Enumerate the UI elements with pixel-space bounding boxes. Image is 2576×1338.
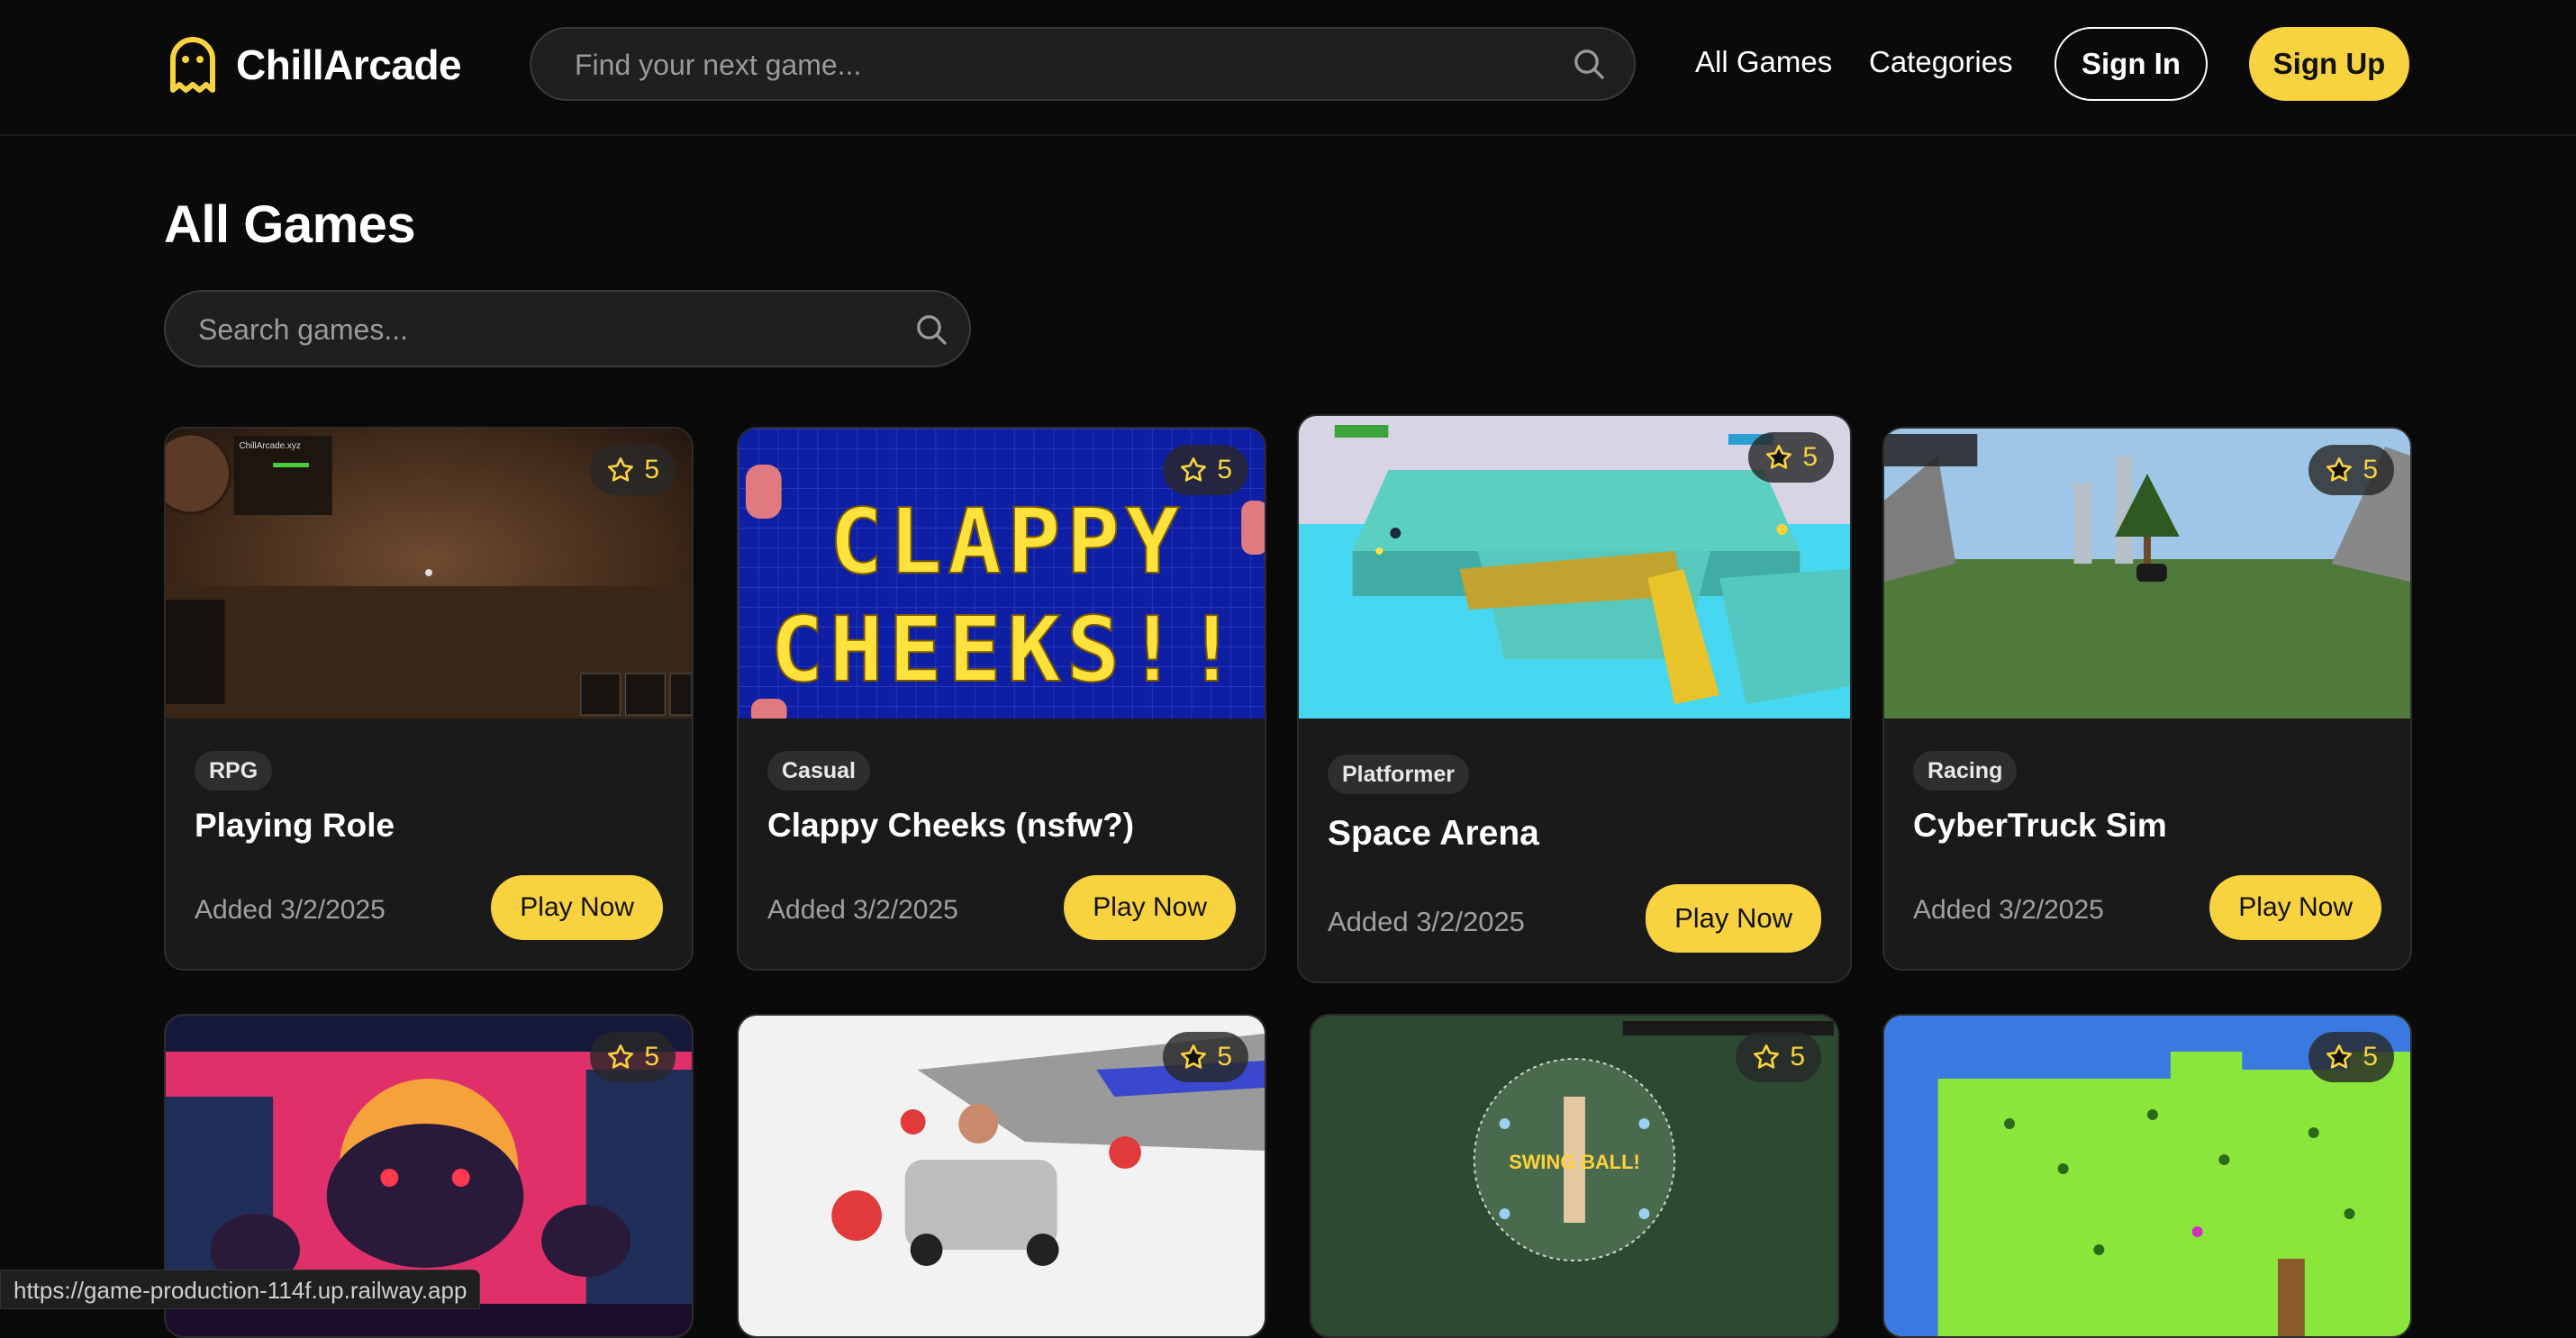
category-badge: Casual: [767, 751, 870, 791]
games-search-bar: [164, 290, 971, 367]
rating-value: 5: [2363, 455, 2378, 484]
game-title: CyberTruck Sim: [1913, 807, 2167, 844]
site-header: ChillArcade All Games Categories Sign In…: [0, 0, 2576, 136]
category-badge: Platformer: [1328, 755, 1470, 794]
added-date: Added 3/2/2025: [195, 895, 385, 925]
thumb-text: CLAPPY: [830, 489, 1185, 594]
nav-all-games[interactable]: All Games: [1695, 45, 1832, 79]
game-card[interactable]: CLAPPY CHEEKS!! 5 Casual Clappy Cheeks (…: [737, 427, 1266, 971]
rating-value: 5: [1217, 1042, 1232, 1071]
search-icon[interactable]: [1571, 46, 1607, 82]
top-search-input[interactable]: [573, 29, 1459, 101]
game-card[interactable]: 5 Platformer Space Arena Added 3/2/2025 …: [1297, 414, 1852, 983]
game-card[interactable]: 5: [737, 1014, 1266, 1338]
sign-in-button[interactable]: Sign In: [2054, 27, 2208, 101]
sign-up-button[interactable]: Sign Up: [2249, 27, 2409, 101]
rating-badge: 5: [1163, 1032, 1248, 1082]
game-card[interactable]: SWING BALL! 5: [1310, 1014, 1839, 1338]
play-now-button[interactable]: Play Now: [1646, 884, 1821, 953]
star-icon: [1754, 1044, 1780, 1069]
star-icon: [2327, 457, 2353, 482]
game-card[interactable]: 5 Racing CyberTruck Sim Added 3/2/2025 P…: [1882, 427, 2412, 971]
rating-badge: 5: [1163, 445, 1248, 495]
play-now-button[interactable]: Play Now: [491, 875, 663, 940]
game-title: Space Arena: [1328, 814, 1539, 853]
thumb-text: ChillArcade.xyz: [239, 441, 300, 451]
star-icon: [1181, 1044, 1207, 1069]
rating-badge: 5: [1748, 432, 1834, 483]
page-title: All Games: [164, 195, 416, 254]
star-icon: [1766, 445, 1792, 469]
rating-value: 5: [2363, 1042, 2378, 1071]
added-date: Added 3/2/2025: [1328, 906, 1525, 937]
rating-value: 5: [1802, 442, 1818, 472]
rating-badge: 5: [2308, 445, 2394, 495]
ghost-logo-icon: [170, 37, 215, 93]
category-badge: Racing: [1913, 751, 2018, 791]
game-card[interactable]: 5: [1882, 1014, 2412, 1338]
rating-value: 5: [1217, 455, 1232, 484]
rating-badge: 5: [590, 445, 676, 495]
star-icon: [608, 1044, 634, 1069]
rating-badge: 5: [1736, 1032, 1821, 1082]
game-card[interactable]: ChillArcade.xyz 5 RPG Playing Role Added…: [164, 427, 694, 971]
play-now-button[interactable]: Play Now: [1064, 875, 1236, 940]
star-icon: [2327, 1044, 2353, 1069]
games-search-input[interactable]: [196, 292, 843, 367]
thumb-text: CHEEKS!!: [770, 597, 1244, 702]
game-title: Playing Role: [195, 807, 395, 844]
rating-value: 5: [644, 1042, 659, 1071]
added-date: Added 3/2/2025: [767, 895, 958, 925]
star-icon: [608, 457, 634, 482]
game-title: Clappy Cheeks (nsfw?): [767, 807, 1135, 844]
logo-text: ChillArcade: [236, 41, 462, 88]
logo-link[interactable]: ChillArcade: [168, 36, 462, 94]
top-search-bar: [530, 27, 1636, 101]
thumb-text: SWING BALL!: [1509, 1151, 1640, 1173]
rating-value: 5: [644, 455, 659, 484]
rating-value: 5: [1790, 1042, 1805, 1071]
added-date: Added 3/2/2025: [1913, 895, 2104, 925]
search-icon[interactable]: [913, 312, 949, 348]
star-icon: [1181, 457, 1207, 482]
play-now-button[interactable]: Play Now: [2209, 875, 2381, 940]
nav-categories[interactable]: Categories: [1869, 45, 2013, 79]
category-badge: RPG: [195, 751, 273, 791]
rating-badge: 5: [2308, 1032, 2394, 1082]
link-status-bar: https://game-production-114f.up.railway.…: [0, 1270, 481, 1309]
rating-badge: 5: [590, 1032, 676, 1082]
